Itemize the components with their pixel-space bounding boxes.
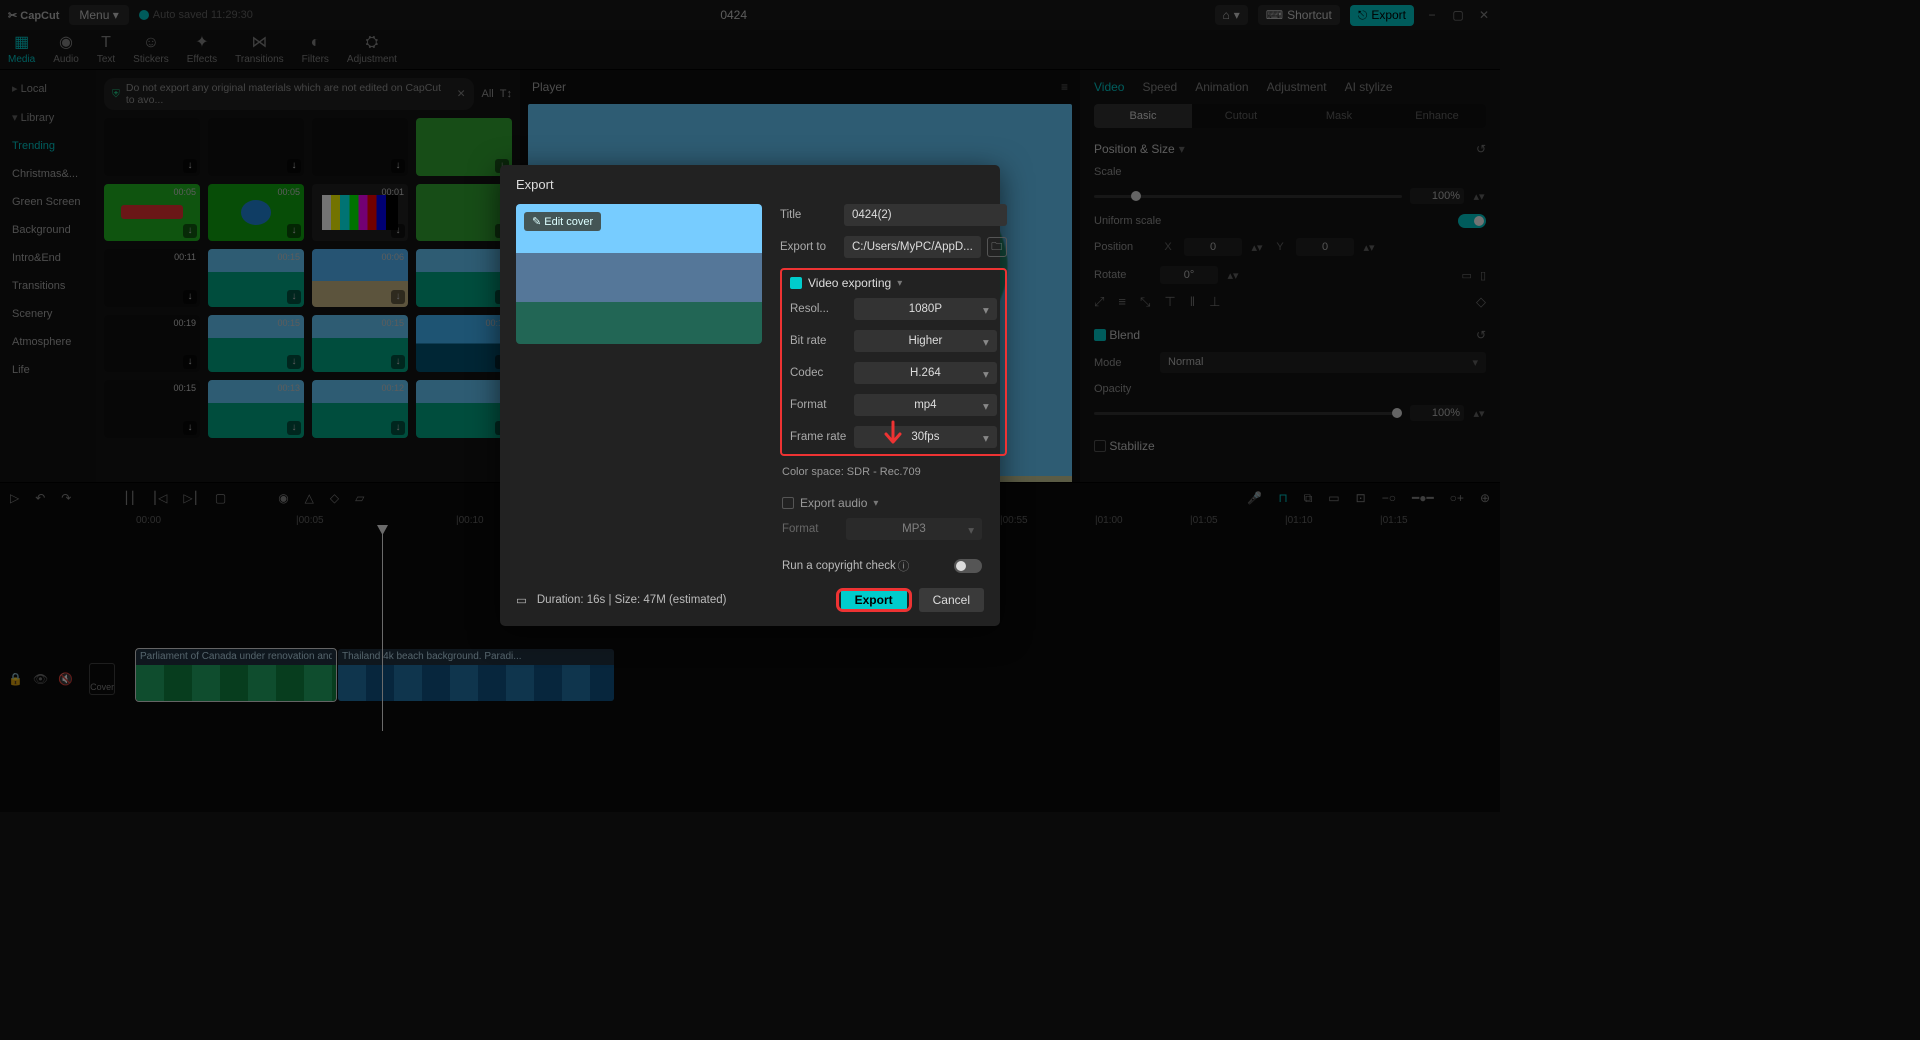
framerate-select[interactable]: 30fps <box>854 426 997 448</box>
framerate-label: Frame rate <box>790 431 854 443</box>
format-label: Format <box>790 399 854 411</box>
title-field-label: Title <box>780 209 844 221</box>
dialog-title: Export <box>500 165 1000 204</box>
edit-cover-button[interactable]: ✎ Edit cover <box>524 212 601 231</box>
codec-label: Codec <box>790 367 854 379</box>
colorspace-note: Color space: SDR - Rec.709 <box>782 466 1000 478</box>
export-dialog: Export ✎ Edit cover Title 0424(2) Export… <box>500 165 1000 626</box>
video-export-section: Video exporting ▾ Resol...1080P Bit rate… <box>780 268 1007 456</box>
title-input[interactable]: 0424(2) <box>844 204 1007 226</box>
bitrate-select[interactable]: Higher <box>854 330 997 352</box>
audio-export-check[interactable] <box>782 497 794 509</box>
export-audio-label: Export audio <box>800 496 867 510</box>
copyright-label: Run a copyright check <box>782 560 896 572</box>
copyright-toggle[interactable] <box>954 559 982 573</box>
video-exporting-label: Video exporting <box>808 276 891 290</box>
audio-format-label: Format <box>782 523 846 535</box>
resolution-select[interactable]: 1080P <box>854 298 997 320</box>
audio-format-select: MP3 <box>846 518 982 540</box>
format-select[interactable]: mp4 <box>854 394 997 416</box>
export-button-highlight: Export <box>839 591 909 609</box>
export-confirm-button[interactable]: Export <box>841 588 907 612</box>
video-export-check[interactable] <box>790 277 802 289</box>
video-collapse-icon[interactable]: ▾ <box>897 278 902 289</box>
exportto-label: Export to <box>780 241 844 253</box>
codec-select[interactable]: H.264 <box>854 362 997 384</box>
copyright-info-icon[interactable]: ⓘ <box>898 558 910 574</box>
browse-folder-button[interactable]: 🗀 <box>987 237 1007 257</box>
cover-preview: ✎ Edit cover <box>516 204 762 344</box>
audio-collapse-icon[interactable]: ▾ <box>873 498 878 509</box>
duration-text: Duration: 16s | Size: 47M (estimated) <box>537 594 727 606</box>
bitrate-label: Bit rate <box>790 335 854 347</box>
cancel-button[interactable]: Cancel <box>919 588 984 612</box>
resolution-label: Resol... <box>790 303 854 315</box>
duration-info-icon: ▭ <box>516 593 527 607</box>
exportto-input[interactable]: C:/Users/MyPC/AppD... <box>844 236 981 258</box>
